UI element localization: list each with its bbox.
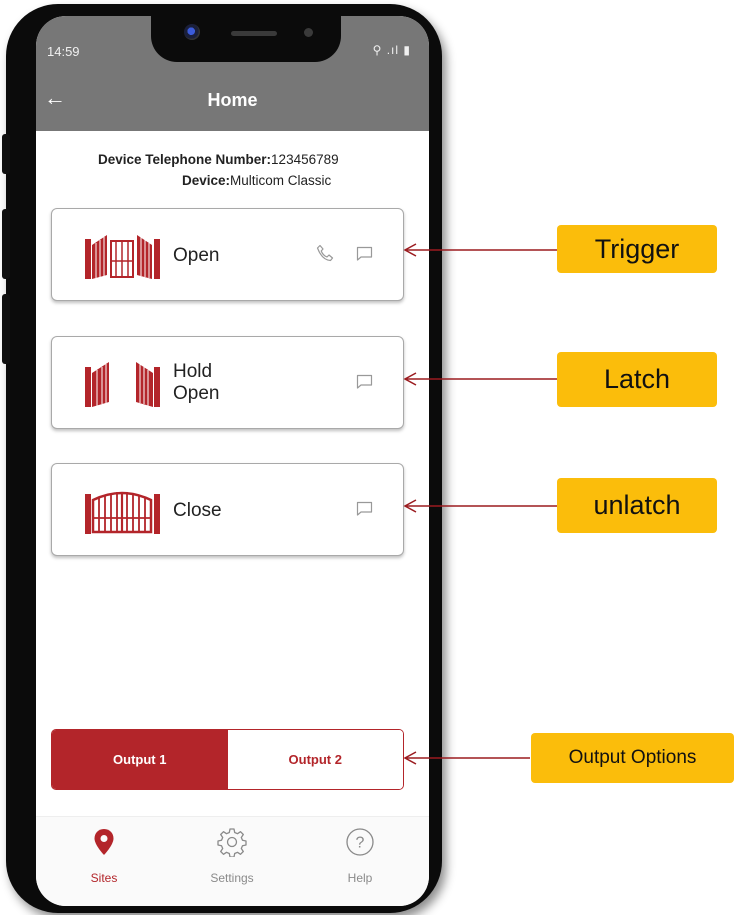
device-name-label: Device: bbox=[182, 173, 231, 188]
output-selector: Output 1 Output 2 bbox=[51, 729, 404, 790]
message-icon[interactable] bbox=[356, 374, 373, 389]
speaker-grille bbox=[231, 31, 277, 36]
hold-open-label-line2: Open bbox=[173, 383, 220, 404]
latch-pointer-arrow bbox=[403, 372, 558, 386]
svg-text:?: ? bbox=[356, 835, 365, 852]
open-action-card[interactable]: Open bbox=[51, 208, 404, 301]
app-screen: 14:59 ⚲ .ıl ▮ ← Home Device Telephone Nu… bbox=[36, 16, 429, 906]
open-action-label: Open bbox=[173, 245, 220, 266]
unlatch-pointer-arrow bbox=[403, 499, 558, 513]
nav-label-sites: Sites bbox=[90, 871, 118, 885]
status-time: 14:59 bbox=[47, 44, 80, 59]
nav-label-settings: Settings bbox=[210, 871, 254, 885]
message-icon[interactable] bbox=[356, 501, 373, 516]
hold-open-label-line1: Hold bbox=[173, 361, 213, 382]
status-icons: ⚲ .ıl ▮ bbox=[372, 43, 411, 57]
side-button bbox=[2, 209, 10, 279]
output-options-pointer-arrow bbox=[403, 751, 530, 765]
gear-icon bbox=[217, 828, 247, 857]
device-telephone-value: 123456789 bbox=[271, 152, 339, 167]
unlatch-callout: unlatch bbox=[557, 478, 717, 533]
trigger-callout: Trigger bbox=[557, 225, 717, 273]
hold-open-action-card[interactable]: Hold Open bbox=[51, 336, 404, 429]
camera-icon bbox=[184, 24, 200, 40]
device-name-value: Multicom Classic bbox=[230, 173, 332, 188]
phone-call-icon[interactable] bbox=[316, 244, 334, 262]
device-telephone-label: Device Telephone Number: bbox=[98, 152, 272, 167]
side-button bbox=[2, 134, 10, 174]
page-title: Home bbox=[207, 90, 258, 110]
nav-label-help: Help bbox=[347, 871, 373, 885]
close-action-label: Close bbox=[173, 500, 222, 521]
device-name-line: Device:Multicom Classic bbox=[182, 173, 331, 188]
open-gate-icon bbox=[85, 234, 160, 279]
hold-open-action-label: Hold Open bbox=[173, 361, 219, 405]
bottom-navigation: Sites Settings ? Help bbox=[36, 816, 429, 906]
close-action-card[interactable]: Close bbox=[51, 463, 404, 556]
help-icon: ? bbox=[346, 828, 374, 856]
device-telephone-line: Device Telephone Number:123456789 bbox=[98, 152, 339, 167]
sensor-dot bbox=[304, 28, 313, 37]
trigger-pointer-arrow bbox=[403, 243, 558, 257]
latch-callout: Latch bbox=[557, 352, 717, 407]
closed-gate-icon bbox=[85, 490, 160, 534]
camera-notch bbox=[151, 16, 341, 62]
message-icon[interactable] bbox=[356, 246, 373, 261]
phone-frame: 14:59 ⚲ .ıl ▮ ← Home Device Telephone Nu… bbox=[2, 4, 442, 913]
output-1-button[interactable]: Output 1 bbox=[52, 730, 228, 789]
location-pin-icon bbox=[94, 829, 114, 855]
output-options-callout: Output Options bbox=[531, 733, 734, 783]
hold-open-gate-icon bbox=[85, 361, 160, 407]
side-button bbox=[2, 294, 10, 364]
output-2-button[interactable]: Output 2 bbox=[227, 730, 403, 789]
